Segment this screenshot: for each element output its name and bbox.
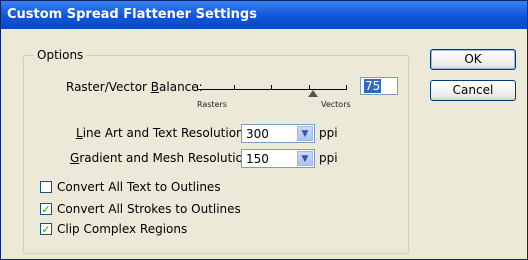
chevron-down-icon[interactable]: ▼ (297, 126, 313, 141)
gradient-label-post: radient and Mesh Resolution: (79, 151, 255, 165)
gradient-label: Gradient and Mesh Resolution: (70, 151, 255, 165)
gradient-resolution-value: 150 (246, 152, 269, 166)
line-art-unit: ppi (319, 126, 338, 140)
flattener-settings-dialog: Custom Spread Flattener Settings Options… (0, 0, 528, 260)
line-art-resolution-value: 300 (246, 127, 269, 141)
slider-tick (309, 85, 310, 89)
line-art-label: Line Art and Text Resolution: (76, 126, 248, 140)
balance-slider-track[interactable] (197, 89, 347, 90)
slider-thumb-icon[interactable] (308, 90, 318, 97)
balance-label-accel: B (150, 80, 160, 94)
convert-text-checkbox[interactable] (40, 181, 52, 193)
checkmark-icon: ✓ (41, 203, 51, 216)
balance-value: 75 (364, 79, 382, 93)
clip-regions-checkbox[interactable]: ✓ (40, 223, 52, 235)
ok-button[interactable]: OK (430, 49, 516, 70)
gradient-resolution-select[interactable]: 150 ▼ (241, 149, 315, 168)
slider-tick (234, 85, 235, 89)
chevron-down-icon[interactable]: ▼ (297, 151, 313, 166)
title-bar[interactable]: Custom Spread Flattener Settings (1, 1, 527, 29)
convert-strokes-label: Convert All Strokes to Outlines (57, 202, 241, 216)
line-art-label-post: ine Art and Text Resolution: (82, 126, 248, 140)
window-title: Custom Spread Flattener Settings (7, 7, 257, 22)
dialog-body: Options Raster/Vector Balance: Rasters V… (1, 29, 527, 259)
balance-label: Raster/Vector Balance: (66, 80, 203, 94)
slider-right-label: Vectors (321, 100, 351, 109)
line-art-resolution-select[interactable]: 300 ▼ (241, 124, 315, 143)
line-art-label-accel: L (76, 126, 83, 140)
slider-left-label: Rasters (197, 100, 227, 109)
slider-tick (346, 85, 347, 89)
checkmark-icon: ✓ (41, 223, 51, 236)
slider-tick (271, 85, 272, 89)
options-legend: Options (37, 48, 84, 62)
clip-regions-label: Clip Complex Regions (57, 222, 188, 236)
balance-label-pre: Raster/Vector (66, 80, 151, 94)
cancel-button[interactable]: Cancel (430, 80, 516, 101)
gradient-label-accel: G (70, 151, 80, 165)
convert-strokes-checkbox[interactable]: ✓ (40, 203, 52, 215)
slider-tick (197, 85, 198, 89)
balance-value-field[interactable]: 75 (360, 77, 398, 95)
gradient-unit: ppi (319, 151, 338, 165)
convert-text-label: Convert All Text to Outlines (57, 180, 221, 194)
